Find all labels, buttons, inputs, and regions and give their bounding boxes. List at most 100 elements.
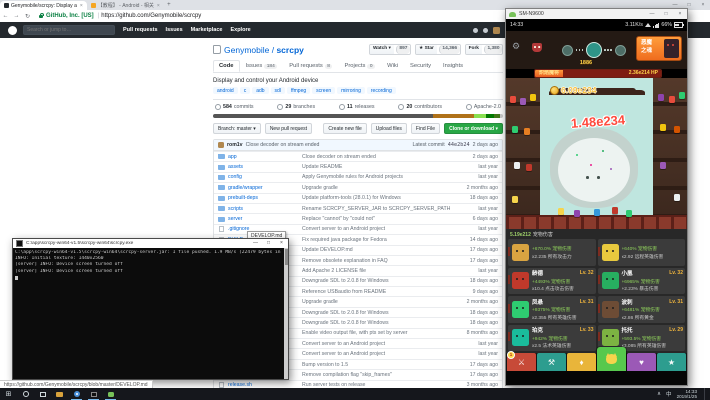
topic-chip[interactable]: c [240,87,251,94]
repo-stat[interactable]: 11releases [339,104,375,110]
commit-message-link[interactable]: Replace "cannot" by "could not" [302,216,452,222]
commit-message-link[interactable]: Downgrade SDL to 2.0.8 for Windows [302,278,452,284]
commit-message-link[interactable]: Update DEVELOP.md [302,247,452,253]
gear-icon[interactable]: ⚙ [512,41,520,52]
scrcpy-taskbar-icon[interactable] [102,388,119,400]
repo-tab[interactable]: Issues184 [240,60,284,72]
commit-message-link[interactable]: Remove compilation flag "skip_frames" [302,372,452,378]
repo-action-button[interactable]: Fork1,380 [465,44,503,55]
topic-chip[interactable]: recording [367,87,396,94]
topic-chip[interactable]: mirroring [337,87,365,94]
commit-author-avatar[interactable] [218,142,224,148]
repo-tab[interactable]: Code [213,60,240,72]
notifications-icon[interactable] [473,28,478,33]
task-view-icon[interactable] [34,388,51,400]
clone-or-download-button[interactable]: Clone or download ▾ [444,123,503,134]
topic-chip[interactable]: screen [312,87,335,94]
commit-message-link[interactable]: Convert server to an Android project [302,351,452,357]
new-pull-request-button[interactable]: New pull request [265,123,312,134]
commit-message-link[interactable]: Upgrade gradle [302,299,452,305]
maximize-icon[interactable]: □ [262,239,275,248]
browser-tab[interactable]: 【教程】 - Android - 相关 × [87,1,164,10]
github-nav-link[interactable]: Pull requests [123,27,158,33]
pet-card[interactable]: 珀克Lv. 33 +942% 宠物伤害 x2.5 法术英雄伤害 [508,325,596,352]
language-bar[interactable] [213,114,503,118]
cmd-taskbar-icon[interactable] [85,388,102,400]
github-logo-icon[interactable] [8,26,17,35]
github-nav-link[interactable]: Explore [230,27,250,33]
game-tab[interactable]: ♥ [627,353,656,371]
commit-message-link[interactable]: Upgrade gradle [302,185,452,191]
tray-expand-icon[interactable]: ∧ [657,391,661,397]
commit-message-link[interactable]: Convert server to an Android project [302,341,452,347]
topic-chip[interactable]: sdl [271,87,285,94]
commit-message-link[interactable]: Enable video output file, with pts set b… [302,330,452,336]
browser-tab[interactable]: Genymobile/scrcpy: Display a × [0,1,87,10]
boss-sprite[interactable] [558,138,630,202]
minimize-icon[interactable]: — [645,9,659,19]
pet-card[interactable]: +670.0% 宠物伤害 x2.235 所有攻击力 [508,239,596,266]
file-name-link[interactable]: scripts [228,206,302,212]
tab-close-icon[interactable]: × [157,3,160,9]
terminal-title-bar[interactable]: C:\app\scrcpy-win64-v1.5\scrcpy-win64\sc… [13,239,288,248]
repo-stat[interactable]: 584commits [215,104,254,110]
avatar[interactable] [493,27,500,34]
game-tab[interactable]: ⚔ 1 [507,353,536,371]
repo-tab[interactable]: Wiki [381,60,404,72]
scrcpy-window[interactable]: SM-N9600 — □ × 14:33 3.11K/s 66% ⚙ [505,8,688,386]
repo-tab[interactable]: Projects0 [338,60,381,72]
next-stage-icon[interactable] [615,45,626,56]
commit-message-link[interactable]: Add Apache 2 LICENSE file [302,268,452,274]
file-name-link[interactable]: server [228,216,302,222]
github-nav-link[interactable]: Issues [166,27,183,33]
pet-card[interactable]: 龄德Lv. 32 +4493% 宠物伤害 x10.4 点击攻击伤害 [508,268,596,295]
topic-chip[interactable]: android [213,87,238,94]
commit-message-link[interactable]: Remove obsolete explanation in FAQ [302,258,452,264]
repo-owner-link[interactable]: Genymobile [224,45,269,55]
game-tab[interactable]: ★ [657,353,686,371]
commit-message-link[interactable]: Update README [302,164,452,170]
taskbar-clock[interactable]: 14:33 2019/1/25 [677,389,697,400]
game-tab[interactable]: ♦ [567,353,596,371]
demon-mask-icon[interactable] [532,43,542,52]
find-file-button[interactable]: Find File [411,123,440,134]
commit-message[interactable]: Close decoder on stream ended [246,142,320,148]
create-new-file-button[interactable]: Create new file [323,123,366,134]
close-icon[interactable]: × [696,0,710,10]
current-stage-icon[interactable] [586,42,602,58]
pet-card[interactable]: 凤悬Lv. 31 +9375% 宠物伤害 x2.355 所有英雄伤害 [508,296,596,323]
refresh-icon[interactable]: ↻ [22,13,33,20]
repo-stat[interactable]: 20contributors [398,104,442,110]
commit-message-link[interactable]: Convert server to an Android project [302,226,452,232]
topic-chip[interactable]: ffmpeg [287,87,310,94]
demon-soul-button[interactable]: 恶魔之魂 [636,36,682,61]
pet-card[interactable]: 小凰Lv. 32 +6965% 宠物伤害 +2.23% 暴击伤害 [598,268,686,295]
back-icon[interactable]: ← [0,13,11,19]
repo-stat[interactable]: 29branches [277,104,315,110]
url-text[interactable]: https://github.com/Genymobile/scrcpy [101,13,201,19]
github-nav-link[interactable]: Marketplace [191,27,223,33]
commit-message-link[interactable]: Fix required java package for Fedora [302,237,452,243]
repo-tab[interactable]: Insights [437,60,469,72]
github-search-input[interactable] [23,25,115,35]
close-icon[interactable]: × [673,9,687,19]
file-name-link[interactable]: gradle/wrapper [228,185,302,191]
ime-indicator[interactable]: 中 [666,390,672,398]
repo-action-button[interactable]: ★ Star14,366 [415,44,461,55]
search-icon[interactable] [17,388,34,400]
forward-icon[interactable]: → [11,13,22,19]
new-tab-button[interactable]: + [164,1,174,10]
commit-author[interactable]: rom1v [227,142,243,148]
file-name-link[interactable]: app [228,154,302,160]
scrcpy-title-bar[interactable]: SM-N9600 — □ × [506,9,687,19]
commit-message-link[interactable]: Reference USBaudio from README [302,289,452,295]
repo-action-button[interactable]: Watch ▾897 [369,44,411,55]
commit-message-link[interactable]: Apply Genymobile rules for Android proje… [302,174,452,180]
commit-message-link[interactable]: Downgrade SDL to 2.0.8 for Windows [302,320,452,326]
pet-card[interactable]: 波刺Lv. 31 +6481% 宠物伤害 x2.86 所有黄金 [598,296,686,323]
terminal-window[interactable]: C:\app\scrcpy-win64-v1.5\scrcpy-win64\sc… [12,238,289,380]
repo-tab[interactable]: Security [404,60,437,72]
chrome-taskbar-icon[interactable] [68,388,85,400]
commit-message-link[interactable]: Update platform-tools (28.0.1) for Windo… [302,195,452,201]
commit-sha[interactable]: 44e2b24 [448,142,470,148]
